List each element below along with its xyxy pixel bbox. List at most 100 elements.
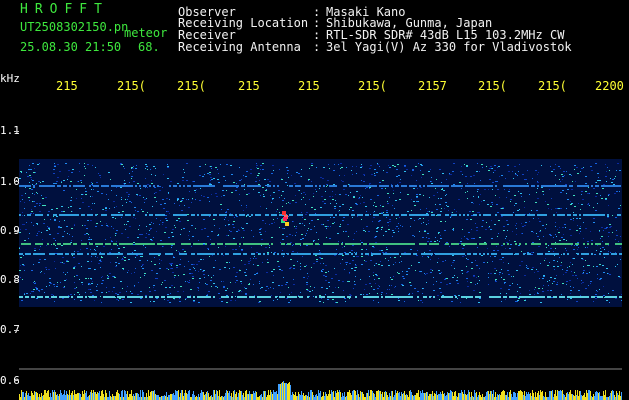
noise-dot	[396, 218, 397, 219]
noise-dot	[269, 181, 271, 182]
noise-dot	[605, 176, 607, 177]
level-bar	[52, 390, 53, 400]
noise-dot	[36, 235, 37, 236]
noise-dot	[117, 245, 118, 246]
noise-dot	[144, 273, 146, 274]
level-bar	[331, 390, 332, 400]
noise-dot	[388, 260, 389, 261]
noise-dot	[420, 187, 422, 188]
level-bar	[313, 395, 314, 400]
noise-dot	[390, 277, 391, 278]
carrier-trace	[111, 296, 113, 298]
carrier-trace	[485, 214, 487, 216]
carrier-trace	[257, 296, 259, 298]
noise-dot	[566, 270, 568, 271]
carrier-trace	[599, 296, 601, 298]
carrier-trace	[193, 253, 195, 255]
noise-dot	[292, 245, 293, 246]
noise-dot	[139, 234, 141, 235]
noise-dot	[81, 198, 82, 199]
level-bar	[320, 391, 321, 400]
level-bar	[336, 393, 337, 400]
carrier-trace	[229, 243, 231, 245]
noise-dot	[387, 222, 389, 223]
carrier-trace	[617, 185, 619, 187]
noise-dot	[369, 293, 370, 294]
carrier-trace	[25, 185, 27, 187]
carrier-trace	[447, 185, 449, 187]
carrier-trace	[291, 253, 293, 255]
level-bar	[531, 396, 532, 400]
carrier-trace	[41, 185, 43, 187]
level-bar	[252, 394, 253, 400]
noise-dot	[565, 248, 566, 249]
noise-dot	[229, 268, 230, 269]
noise-dot	[49, 285, 50, 286]
carrier-trace	[53, 214, 55, 216]
noise-dot	[569, 280, 571, 281]
noise-dot	[497, 181, 498, 182]
carrier-trace	[463, 243, 465, 245]
level-bar	[292, 392, 293, 400]
carrier-trace	[283, 296, 285, 298]
carrier-trace	[461, 185, 463, 187]
carrier-trace	[101, 214, 103, 216]
noise-dot	[203, 196, 205, 197]
level-bar	[386, 392, 387, 400]
noise-dot	[489, 226, 490, 227]
carrier-trace	[161, 296, 163, 298]
noise-dot	[126, 192, 128, 193]
carrier-trace	[29, 185, 31, 187]
carrier-trace	[619, 185, 621, 187]
noise-dot	[371, 252, 372, 253]
level-bar	[64, 390, 65, 400]
noise-dot	[477, 189, 479, 190]
noise-dot	[446, 205, 447, 206]
noise-dot	[137, 183, 139, 184]
noise-dot	[355, 267, 357, 268]
noise-dot	[481, 201, 482, 202]
level-bar	[23, 392, 24, 400]
carrier-trace	[451, 185, 453, 187]
carrier-trace	[305, 185, 307, 187]
noise-dot	[532, 178, 533, 179]
noise-dot	[36, 203, 38, 204]
noise-dot	[459, 243, 461, 244]
carrier-trace	[249, 296, 251, 298]
noise-dot	[574, 272, 575, 273]
noise-dot	[518, 298, 520, 299]
carrier-trace	[29, 243, 31, 245]
noise-dot	[96, 223, 98, 224]
noise-dot	[24, 202, 25, 203]
noise-dot	[265, 231, 266, 232]
carrier-trace	[129, 185, 131, 187]
noise-dot	[561, 174, 563, 175]
noise-dot	[42, 239, 43, 240]
noise-dot	[373, 300, 374, 301]
carrier-trace	[561, 296, 563, 298]
noise-dot	[198, 302, 200, 303]
carrier-trace	[345, 253, 347, 255]
noise-dot	[503, 262, 504, 263]
noise-dot	[454, 295, 456, 296]
level-bar	[407, 395, 408, 400]
noise-dot	[342, 247, 343, 248]
noise-dot	[261, 239, 263, 240]
carrier-trace	[201, 253, 203, 255]
noise-dot	[490, 229, 492, 230]
noise-dot	[301, 169, 302, 170]
noise-dot	[353, 239, 354, 240]
noise-dot	[557, 261, 558, 262]
noise-dot	[92, 295, 94, 296]
level-bar	[497, 394, 498, 400]
noise-dot	[82, 202, 84, 203]
carrier-trace	[351, 214, 353, 216]
noise-dot	[338, 280, 340, 281]
noise-dot	[286, 244, 287, 245]
noise-dot	[467, 239, 469, 240]
level-bar	[66, 391, 67, 400]
noise-dot	[482, 220, 484, 221]
noise-dot	[281, 285, 283, 286]
carrier-trace	[559, 185, 561, 187]
noise-dot	[88, 296, 89, 297]
